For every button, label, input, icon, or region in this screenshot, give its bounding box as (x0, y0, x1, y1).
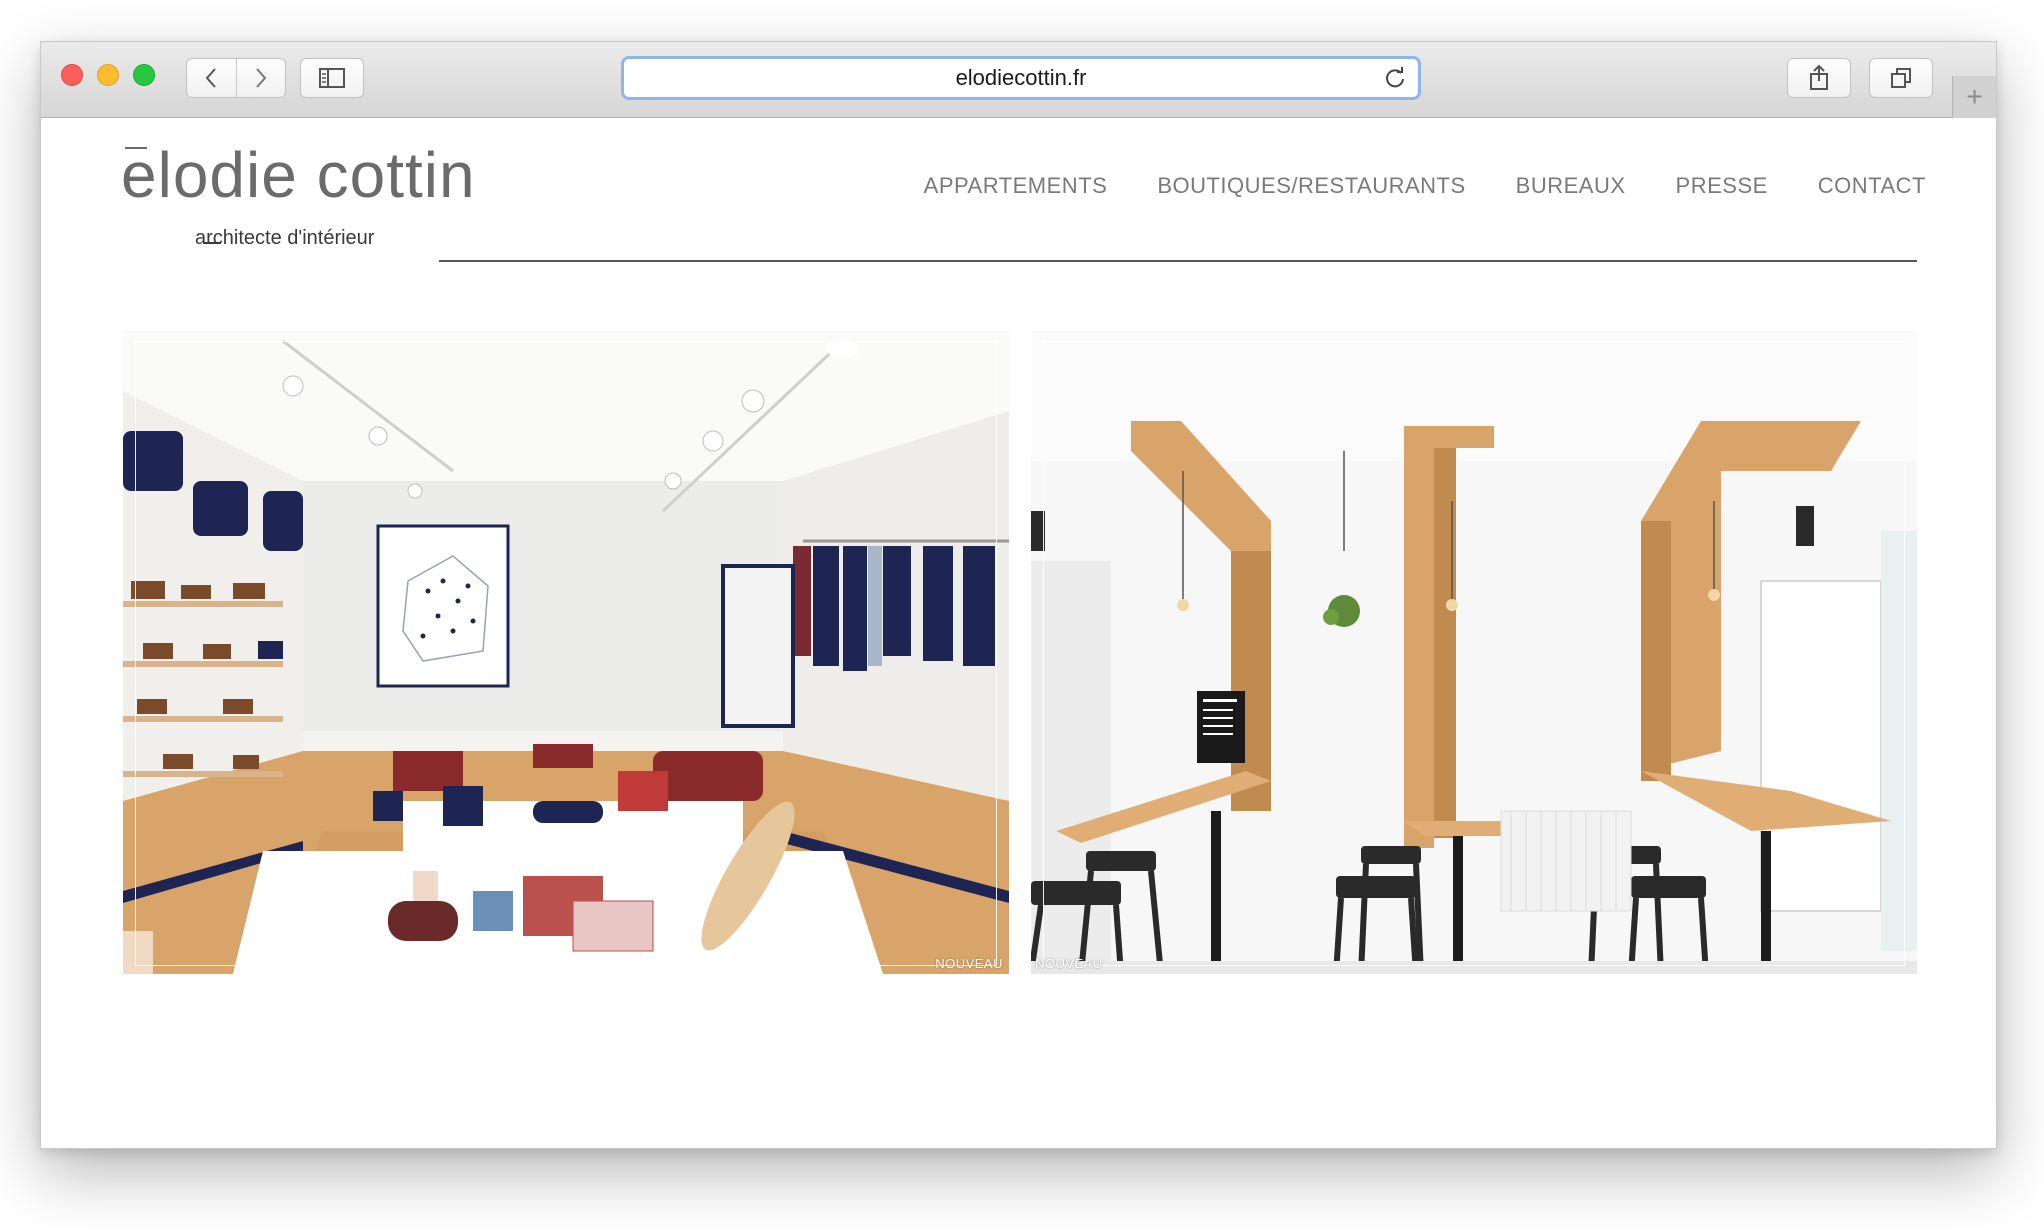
browser-toolbar: elodiecottin.fr + (41, 42, 1996, 118)
nav-contact[interactable]: CONTACT (1818, 173, 1926, 199)
history-nav (186, 58, 286, 98)
boutique-photo (123, 331, 1009, 974)
forward-button[interactable] (235, 59, 286, 97)
sidebar-button[interactable] (300, 58, 364, 98)
minimize-window-button[interactable] (97, 64, 119, 86)
restaurant-photo (1031, 331, 1917, 974)
new-badge: NOUVEAU (935, 956, 1003, 971)
url-text: elodiecottin.fr (955, 65, 1087, 90)
tabs-icon (1891, 68, 1911, 88)
zoom-window-button[interactable] (133, 64, 155, 86)
logo-tagline: architecte d'intérieur (195, 227, 375, 249)
project-tile-boutique[interactable]: NOUVEAU (123, 331, 1009, 974)
nav-bureaux[interactable]: BUREAUX (1516, 173, 1626, 199)
sidebar-icon (319, 68, 345, 88)
plus-icon: + (1966, 81, 1983, 112)
chevron-right-icon (256, 68, 267, 88)
nav-appartements[interactable]: APPARTEMENTS (924, 173, 1108, 199)
nav-presse[interactable]: PRESSE (1676, 173, 1768, 199)
new-tab-button[interactable]: + (1952, 76, 1996, 118)
share-icon (1810, 65, 1828, 90)
logo-macron (125, 147, 147, 149)
tabs-overview-button[interactable] (1869, 58, 1933, 98)
back-button[interactable] (187, 59, 236, 97)
new-badge: NOUVEAU (1035, 956, 1103, 971)
browser-window: elodiecottin.fr + elodie cottin architec… (40, 41, 1997, 1149)
chevron-left-icon (205, 68, 216, 88)
reload-icon[interactable] (1384, 67, 1406, 89)
share-button[interactable] (1787, 58, 1851, 98)
main-nav: APPARTEMENTS BOUTIQUES/RESTAURANTS BUREA… (874, 173, 1926, 199)
nav-boutiques-restaurants[interactable]: BOUTIQUES/RESTAURANTS (1157, 173, 1465, 199)
logo-name: elodie cottin (121, 139, 476, 211)
close-window-button[interactable] (61, 64, 83, 86)
nav-divider (439, 260, 1917, 262)
site-logo[interactable]: elodie cottin architecte d'intérieur (121, 139, 476, 249)
address-bar[interactable]: elodiecottin.fr (621, 56, 1421, 100)
website: elodie cottin architecte d'intérieur APP… (41, 119, 1996, 1148)
project-gallery: NOUVEAU NOUVEAU (123, 331, 1917, 974)
project-tile-restaurant[interactable]: NOUVEAU (1031, 331, 1917, 974)
